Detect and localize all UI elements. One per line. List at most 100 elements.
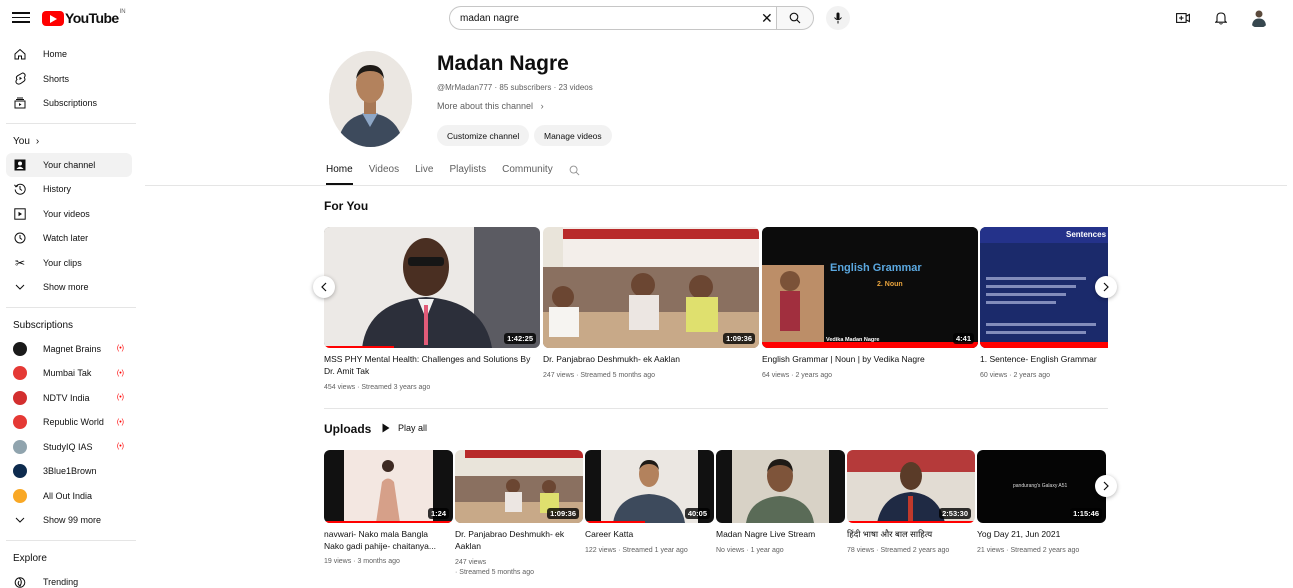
sidebar-subscription-item[interactable]: Magnet Brains (•) — [6, 337, 132, 362]
video-thumbnail[interactable]: 1:09:36 — [543, 227, 759, 348]
explore-heading-label: Explore — [13, 553, 47, 564]
video-duration: 4:41 — [952, 333, 974, 344]
video-meta: · Streamed 5 months ago — [455, 569, 534, 576]
video-title[interactable]: Madan Nagre Live Stream — [716, 528, 841, 540]
sidebar-item-label: Show more — [43, 282, 89, 293]
logo-region: IN — [119, 9, 126, 15]
sidebar-item-history[interactable]: History — [6, 177, 132, 202]
video-title[interactable]: navwari- Nako mala Bangla Nako gadi pahi… — [324, 528, 448, 552]
search-input[interactable] — [449, 6, 776, 30]
sidebar-item-home[interactable]: Home — [6, 42, 132, 67]
channel-avatar[interactable] — [329, 51, 412, 147]
tab-live[interactable]: Live — [415, 161, 433, 185]
sidebar-you-heading[interactable]: You › — [0, 131, 140, 153]
sidebar-item-show-more[interactable]: Show more — [6, 275, 132, 300]
video-meta: 21 views · Streamed 2 years ago — [977, 547, 1080, 554]
trending-icon — [13, 575, 27, 588]
channel-search-icon[interactable] — [569, 161, 580, 185]
sidebar-item-label: StudyIQ IAS — [43, 441, 93, 452]
tab-videos[interactable]: Videos — [369, 161, 399, 185]
account-avatar[interactable] — [1249, 8, 1269, 28]
sidebar-item-your-videos[interactable]: Your videos — [6, 202, 132, 227]
video-title[interactable]: English Grammar | Noun | by Vedika Nagre — [762, 353, 972, 365]
sidebar-explore-heading: Explore — [0, 548, 140, 570]
sidebar-item-your-channel[interactable]: Your channel — [6, 152, 132, 177]
channel-avatar-icon — [13, 464, 27, 479]
live-indicator-icon: (•) — [116, 345, 124, 353]
sidebar-divider — [6, 539, 136, 541]
channel-avatar-icon — [13, 341, 27, 356]
video-thumbnail[interactable]: pandurang's Galaxy A51 1:15:46 — [977, 450, 1106, 523]
video-thumbnail[interactable]: 1:42:25 — [324, 227, 540, 348]
watch-later-icon — [13, 231, 27, 245]
sidebar-subscription-item[interactable]: StudyIQ IAS (•) — [6, 435, 132, 460]
video-thumbnail[interactable]: English Grammar 2. Noun Vedika Madan Nag… — [762, 227, 978, 348]
sidebar-item-label: Trending — [43, 576, 79, 587]
tab-community[interactable]: Community — [502, 161, 553, 185]
sidebar-item-watch-later[interactable]: Watch later — [6, 226, 132, 251]
sidebar-subscription-item[interactable]: Mumbai Tak (•) — [6, 361, 132, 386]
notifications-bell-icon[interactable] — [1211, 8, 1231, 28]
video-thumbnail[interactable]: 1:09:36 — [455, 450, 583, 523]
sidebar-item-label: History — [43, 184, 72, 195]
sidebar-item-label: Mumbai Tak — [43, 368, 92, 379]
channel-avatar-icon — [13, 415, 27, 430]
video-title[interactable]: हिंदी भाषा और बाल साहित्य — [847, 528, 972, 540]
create-icon[interactable] — [1173, 8, 1193, 28]
video-thumbnail[interactable]: 1:24 — [324, 450, 453, 523]
sidebar-subscription-item[interactable]: 3Blue1Brown — [6, 459, 132, 484]
thumbnail-subheading: 2. Noun — [877, 281, 903, 288]
video-title[interactable]: MSS PHY Mental Health: Challenges and So… — [324, 353, 534, 377]
channel-meta: @MrMadan777 · 85 subscribers · 23 videos — [437, 83, 593, 92]
search-icon — [789, 12, 801, 24]
tabs-divider — [145, 185, 1287, 186]
video-title[interactable]: Career Katta — [585, 528, 710, 540]
video-title[interactable]: Dr. Panjabrao Deshmukh- ek Aaklan — [543, 353, 753, 365]
channel-name: Madan Nagre — [437, 52, 569, 75]
thumbnail-heading: English Grammar — [830, 262, 922, 274]
play-all-button[interactable]: Play all — [382, 423, 427, 433]
video-meta: 64 views · 2 years ago — [762, 372, 833, 379]
video-title[interactable]: Yog Day 21, Jun 2021 — [977, 528, 1102, 540]
uploads-next-button[interactable] — [1095, 475, 1117, 497]
sidebar-item-trending[interactable]: Trending — [6, 570, 132, 588]
voice-search-button[interactable] — [826, 6, 850, 30]
sidebar-item-subscriptions[interactable]: Subscriptions — [6, 91, 132, 116]
video-thumbnail[interactable] — [716, 450, 845, 523]
thumbnail-caption: Vedika Madan Nagre — [826, 337, 880, 343]
tab-playlists[interactable]: Playlists — [449, 161, 486, 185]
sidebar-item-label: Republic World — [43, 417, 104, 428]
video-duration: 1:09:36 — [547, 508, 579, 519]
youtube-logo[interactable]: YouTube IN — [42, 9, 126, 26]
search-button[interactable] — [776, 6, 814, 30]
sidebar-subscription-item[interactable]: Republic World (•) — [6, 410, 132, 435]
sidebar-item-label: Your clips — [43, 257, 82, 268]
carousel-next-button[interactable] — [1095, 276, 1117, 298]
chevron-left-icon — [321, 282, 327, 292]
sidebar-item-shorts[interactable]: Shorts — [6, 67, 132, 92]
customize-channel-button[interactable]: Customize channel — [437, 125, 530, 146]
video-duration: 1:42:25 — [504, 333, 536, 344]
clear-search-icon[interactable]: ✕ — [761, 11, 773, 25]
sidebar-subscription-item[interactable]: NDTV India (•) — [6, 386, 132, 411]
more-about-channel-link[interactable]: More about this channel › — [437, 101, 544, 111]
video-title[interactable]: Dr. Panjabrao Deshmukh- ek Aaklan — [455, 528, 575, 552]
search-bar: ✕ — [449, 6, 814, 30]
video-thumbnail[interactable]: 2:53:30 — [847, 450, 975, 523]
carousel-prev-button[interactable] — [313, 276, 335, 298]
video-thumbnail[interactable]: 40:05 — [585, 450, 714, 523]
live-indicator-icon: (•) — [116, 443, 124, 451]
video-title[interactable]: 1. Sentence- English Grammar — [980, 353, 1108, 365]
manage-videos-button[interactable]: Manage videos — [534, 125, 612, 146]
sidebar-subscription-item[interactable]: Show 99 more — [6, 508, 132, 533]
tab-home[interactable]: Home — [326, 161, 353, 185]
sidebar-item-your-clips[interactable]: ✂ Your clips — [6, 251, 132, 276]
sidebar-subscription-item[interactable]: All Out India — [6, 484, 132, 509]
history-icon — [13, 182, 27, 196]
video-meta: 122 views · Streamed 1 year ago — [585, 547, 688, 554]
video-thumbnail[interactable]: Sentences — [980, 227, 1108, 348]
sidebar-subscriptions-heading: Subscriptions — [0, 315, 140, 337]
top-bar: YouTube IN ✕ — [0, 0, 1293, 36]
menu-icon[interactable] — [12, 9, 30, 27]
chevron-right-icon — [1103, 282, 1109, 292]
